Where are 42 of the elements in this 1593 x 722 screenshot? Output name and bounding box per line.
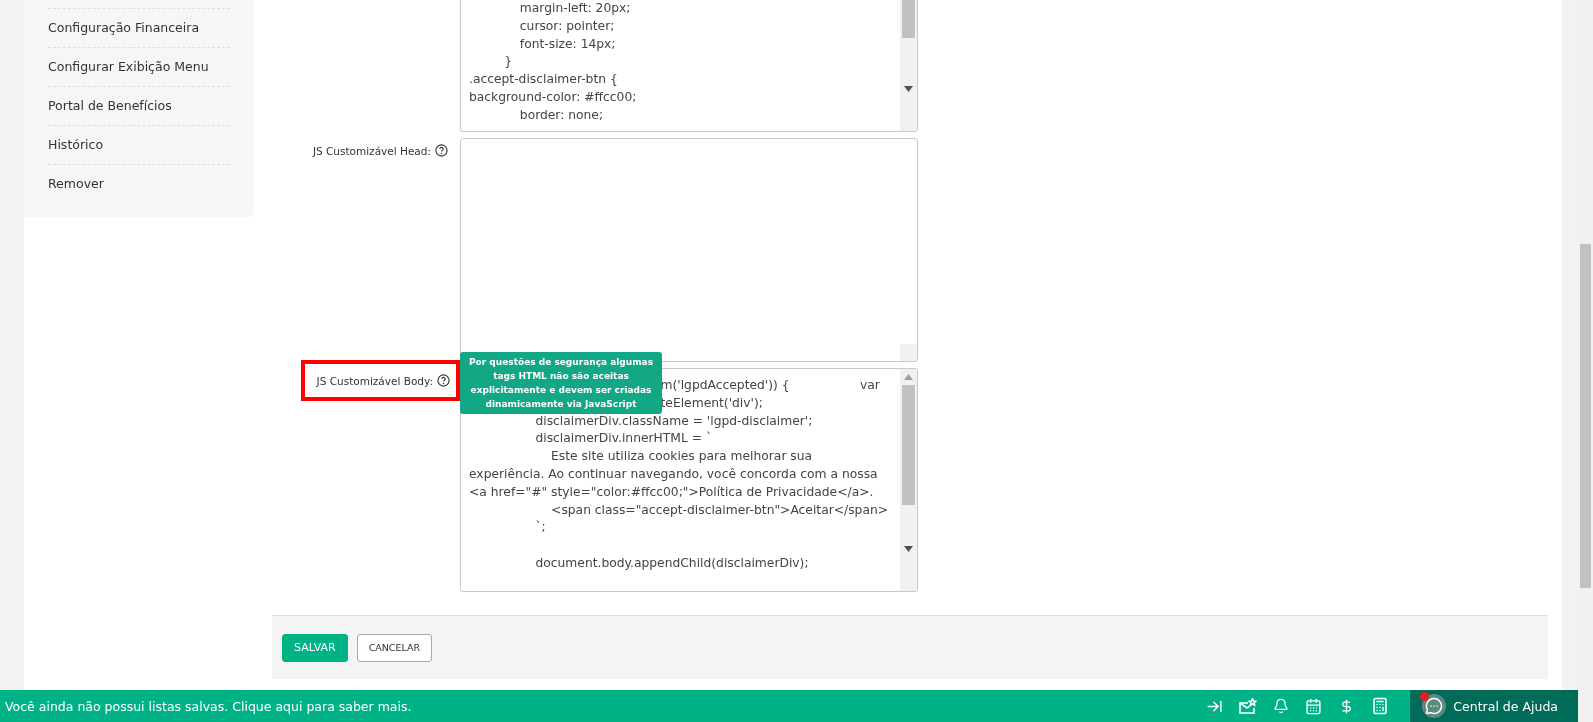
scroll-up-icon[interactable] xyxy=(904,374,913,380)
scroll-down-icon[interactable] xyxy=(904,546,913,552)
code-line: m('lgpdAccepted')) { var xyxy=(660,377,880,394)
code-field[interactable] xyxy=(460,368,918,592)
cancel-button[interactable]: CANCELAR xyxy=(356,633,433,662)
field-label: JS Customizável Body: xyxy=(316,374,433,387)
code-line: disclaimerDiv.innerHTML = ` xyxy=(535,430,713,448)
code-line: experiência. Ao continuar navegando, você concorda com a nossa xyxy=(469,466,878,483)
sidebar-item[interactable]: Histórico xyxy=(48,125,230,164)
resize-handle[interactable] xyxy=(900,114,917,131)
resize-handle[interactable] xyxy=(900,344,917,361)
code-field[interactable]: margin-left: 20px; cursor: pointer; font-size: 14px; } .accept-disclaimer-btn { background-color: #ffcc00; border: none; xyxy=(460,0,918,132)
code-line: cursor: pointer; xyxy=(519,17,615,35)
help-icon[interactable] xyxy=(437,374,450,387)
code-line: margin-left: 20px; xyxy=(519,0,631,17)
code-line: font-size: 14px; xyxy=(519,35,616,53)
help-center-button[interactable]: Central de Ajuda xyxy=(1410,690,1578,722)
page-scrollbar[interactable] xyxy=(1578,0,1593,722)
scrollbar[interactable] xyxy=(900,369,917,574)
code-line: teElement('div'); xyxy=(660,394,763,412)
envelope-star-icon[interactable] xyxy=(1238,697,1258,715)
code-line: Este site utiliza cookies para melhorar sua xyxy=(551,448,813,466)
field-label: JS Customizável Head: xyxy=(312,144,431,157)
sidebar-item[interactable]: Configuração Financeira xyxy=(48,8,230,47)
code-line: <span class="accept-disclaimer-btn">Aceitar</span> xyxy=(551,501,889,519)
code-line: document.body.appendChild(disclaimerDiv); xyxy=(535,554,809,572)
help-icon[interactable] xyxy=(435,144,448,157)
tooltip: Por questões de segurança algumas tags HTML não são aceitas explicitamente e devem ser criadas dinamicamente via JavaScript xyxy=(460,352,662,414)
sidebar-item[interactable]: Remover xyxy=(48,164,230,203)
code-line: disclaimerDiv.className = 'lgpd-disclaimer'; xyxy=(535,412,813,430)
resize-handle[interactable] xyxy=(900,574,917,591)
scroll-down-icon[interactable] xyxy=(904,86,913,92)
sidebar-item[interactable]: Portal de Benefícios xyxy=(48,86,230,125)
code-line: <a href="#" style="color:#ffcc00;">Política de Privacidade</a>. xyxy=(469,483,874,501)
sidebar-item[interactable]: Configurar Exibição Menu xyxy=(48,47,230,86)
code-line: } xyxy=(504,53,512,71)
code-line: .accept-disclaimer-btn { xyxy=(469,71,618,89)
code-line: background-color: #ffcc00; xyxy=(469,89,637,106)
code-line: `; xyxy=(535,519,546,537)
scrollbar[interactable] xyxy=(900,0,917,114)
chat-icon xyxy=(1422,694,1447,718)
code-line: border: none; xyxy=(519,106,604,124)
